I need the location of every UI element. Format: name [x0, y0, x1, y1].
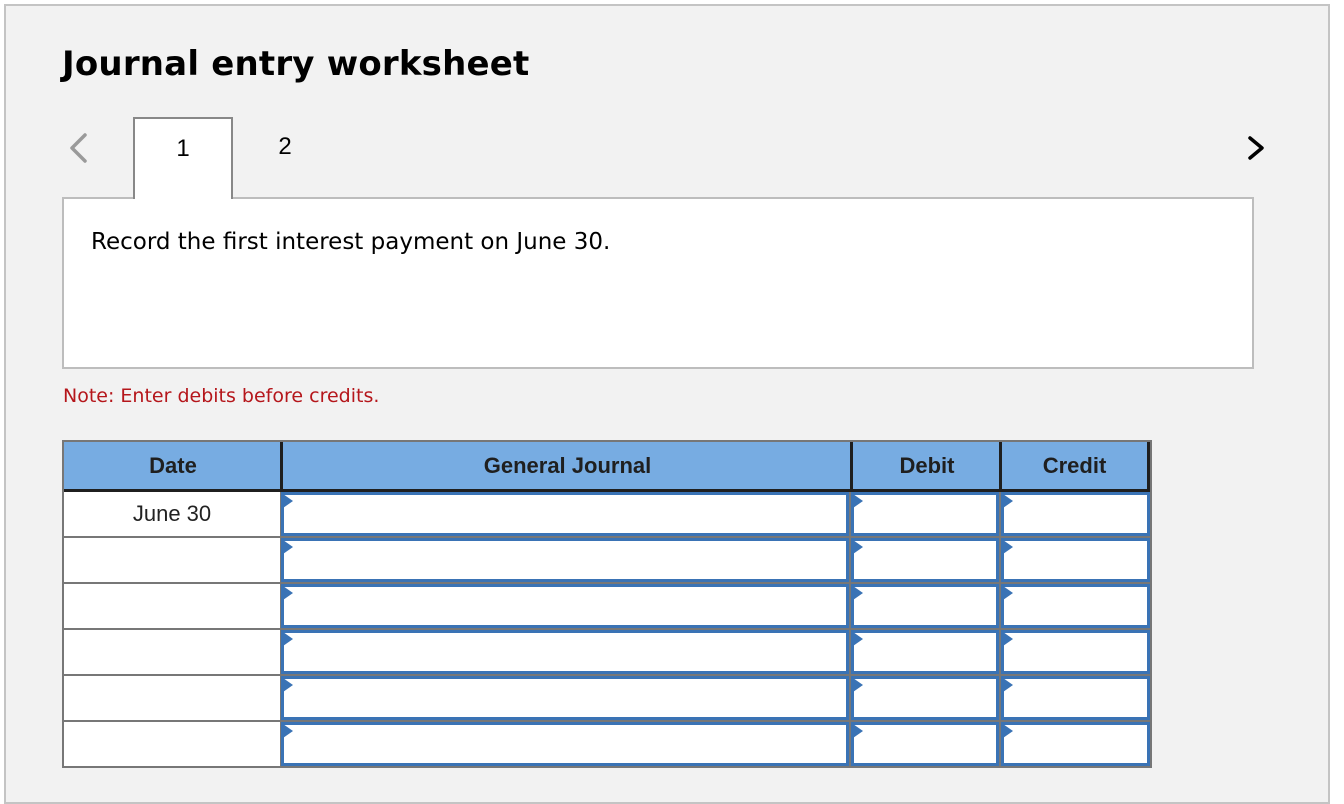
- account-cell[interactable]: [281, 492, 849, 536]
- account-input[interactable]: [284, 633, 846, 671]
- instruction-panel: Record the first interest payment on Jun…: [62, 197, 1254, 369]
- account-input[interactable]: [284, 725, 846, 763]
- debit-cell[interactable]: [851, 676, 999, 720]
- credit-cell[interactable]: [1001, 538, 1150, 582]
- credit-input[interactable]: [1004, 679, 1147, 717]
- credit-input[interactable]: [1004, 633, 1147, 671]
- credit-cell[interactable]: [1001, 492, 1150, 536]
- debit-input[interactable]: [854, 679, 996, 717]
- tab-2[interactable]: 2: [235, 117, 335, 199]
- account-cell[interactable]: [281, 630, 849, 674]
- tab-1[interactable]: 1: [133, 117, 233, 199]
- account-cell[interactable]: [281, 538, 849, 582]
- chevron-left-icon: [70, 133, 87, 163]
- column-header-date: Date: [64, 442, 282, 492]
- column-header-general-journal: General Journal: [280, 442, 852, 492]
- debit-input[interactable]: [854, 587, 996, 625]
- debit-input[interactable]: [854, 541, 996, 579]
- account-cell[interactable]: [281, 676, 849, 720]
- credit-cell[interactable]: [1001, 676, 1150, 720]
- debit-cell[interactable]: [851, 492, 999, 536]
- date-cell: [64, 538, 280, 582]
- note-text: Note: Enter debits before credits.: [63, 385, 380, 407]
- credit-input[interactable]: [1004, 495, 1147, 533]
- page-title: Journal entry worksheet: [62, 44, 530, 84]
- instruction-text: Record the first interest payment on Jun…: [91, 229, 611, 255]
- tab-2-label: 2: [278, 133, 292, 160]
- column-header-credit: Credit: [999, 442, 1150, 492]
- credit-input[interactable]: [1004, 587, 1147, 625]
- date-cell: [64, 722, 280, 766]
- debit-cell[interactable]: [851, 630, 999, 674]
- account-cell[interactable]: [281, 722, 849, 766]
- date-cell: [64, 676, 280, 720]
- credit-cell[interactable]: [1001, 584, 1150, 628]
- credit-cell[interactable]: [1001, 722, 1150, 766]
- column-header-debit: Debit: [850, 442, 1001, 492]
- tab-1-label: 1: [176, 135, 190, 162]
- debit-cell[interactable]: [851, 584, 999, 628]
- date-cell: June 30: [64, 492, 280, 536]
- credit-input[interactable]: [1004, 541, 1147, 579]
- account-input[interactable]: [284, 587, 846, 625]
- account-cell[interactable]: [281, 584, 849, 628]
- account-input[interactable]: [284, 495, 846, 533]
- debit-input[interactable]: [854, 495, 996, 533]
- account-input[interactable]: [284, 679, 846, 717]
- date-cell: [64, 630, 280, 674]
- debit-cell[interactable]: [851, 538, 999, 582]
- chevron-right-icon: [1248, 136, 1264, 160]
- debit-input[interactable]: [854, 633, 996, 671]
- credit-cell[interactable]: [1001, 630, 1150, 674]
- credit-input[interactable]: [1004, 725, 1147, 763]
- previous-button[interactable]: [60, 128, 96, 168]
- date-cell: [64, 584, 280, 628]
- journal-table: Date General Journal Debit Credit June 3…: [62, 440, 1152, 768]
- next-button[interactable]: [1238, 128, 1274, 168]
- account-input[interactable]: [284, 541, 846, 579]
- debit-cell[interactable]: [851, 722, 999, 766]
- debit-input[interactable]: [854, 725, 996, 763]
